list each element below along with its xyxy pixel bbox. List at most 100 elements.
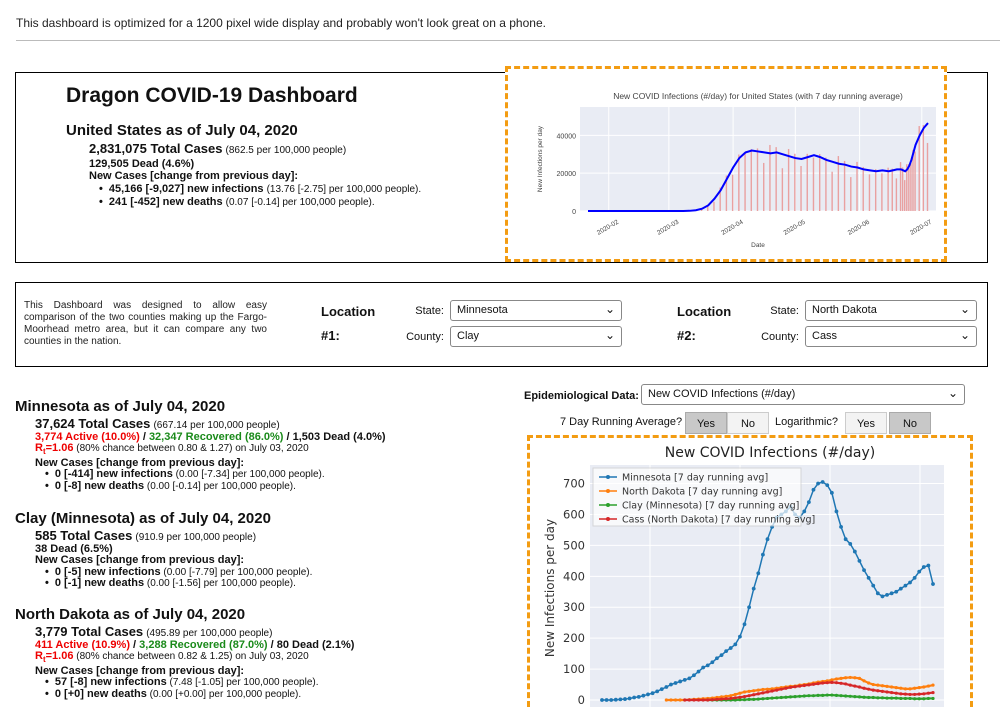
daily-bar bbox=[812, 157, 815, 211]
data-point bbox=[862, 679, 866, 683]
data-point bbox=[811, 682, 816, 686]
county-comparison-chart: New COVID Infections (#/day) 0 100 200 300 40… bbox=[527, 435, 973, 707]
data-point bbox=[830, 680, 834, 684]
county1-select[interactable]: Clay ⌄ bbox=[450, 326, 622, 347]
data-point bbox=[931, 683, 935, 687]
data-point bbox=[752, 693, 756, 697]
data-point bbox=[871, 583, 876, 588]
data-point bbox=[876, 696, 880, 700]
data-point bbox=[853, 684, 857, 688]
state2-select[interactable]: North Dakota ⌄ bbox=[805, 300, 977, 321]
log-yes-button[interactable]: Yes bbox=[845, 412, 887, 434]
data-point bbox=[742, 698, 747, 702]
state1-select[interactable]: Minnesota ⌄ bbox=[450, 300, 622, 321]
data-point bbox=[692, 698, 696, 702]
data-point bbox=[894, 589, 899, 594]
data-point bbox=[894, 691, 898, 695]
daily-bar bbox=[794, 153, 796, 211]
data-point bbox=[719, 653, 724, 658]
data-point bbox=[885, 696, 889, 700]
data-point bbox=[825, 693, 829, 697]
x-tick-label: 2020-06 bbox=[847, 219, 871, 237]
data-point bbox=[738, 691, 742, 695]
data-point bbox=[798, 694, 802, 698]
data-point bbox=[834, 509, 839, 514]
data-point bbox=[908, 687, 912, 691]
data-point bbox=[724, 649, 729, 654]
data-point bbox=[775, 696, 779, 700]
data-point bbox=[913, 697, 917, 701]
location1-heading: Location bbox=[321, 304, 376, 319]
log-no-button[interactable]: No bbox=[889, 412, 931, 434]
data-point bbox=[844, 676, 848, 680]
running-avg-yes-button[interactable]: Yes bbox=[685, 412, 727, 434]
data-point bbox=[921, 565, 926, 569]
region-clay: Clay (Minnesota) as of July 04, 2020 585… bbox=[15, 510, 312, 590]
data-point bbox=[775, 688, 779, 692]
data-point bbox=[834, 693, 839, 697]
data-point bbox=[788, 685, 793, 689]
data-point bbox=[729, 694, 733, 698]
daily-bar bbox=[843, 160, 846, 211]
data-point bbox=[903, 687, 908, 691]
data-point bbox=[687, 676, 692, 681]
data-point bbox=[761, 691, 765, 695]
daily-bar bbox=[769, 144, 771, 211]
y-tick-label: 0 bbox=[578, 693, 585, 707]
data-point bbox=[857, 676, 862, 680]
running-avg-label: 7 Day Running Average? bbox=[560, 416, 683, 428]
us-dead: 129,505 Dead (4.6%) bbox=[89, 157, 195, 170]
daily-bar bbox=[903, 180, 906, 211]
data-point bbox=[912, 575, 917, 580]
data-point bbox=[908, 696, 912, 701]
daily-bar bbox=[895, 178, 898, 211]
region-title: Minnesota as of July 04, 2020 bbox=[15, 398, 226, 415]
chevron-down-icon: ⌄ bbox=[959, 302, 970, 316]
mn-status: 3,774 Active (10.0%) / 32,347 Recovered … bbox=[35, 430, 386, 443]
data-point bbox=[880, 689, 885, 693]
data-point bbox=[922, 685, 926, 689]
data-point bbox=[659, 687, 664, 692]
data-point bbox=[765, 687, 770, 691]
daily-bar bbox=[881, 173, 883, 211]
x-tick-label: 2020-04 bbox=[720, 219, 744, 237]
daily-bar bbox=[800, 165, 802, 211]
region-minnesota: Minnesota as of July 04, 2020 37,624 Tot… bbox=[15, 398, 386, 492]
data-point bbox=[733, 692, 737, 697]
data-point bbox=[807, 683, 811, 687]
daily-bar bbox=[908, 164, 910, 211]
daily-bar bbox=[775, 147, 777, 211]
region-title: Clay (Minnesota) as of July 04, 2020 bbox=[15, 510, 271, 527]
data-point bbox=[779, 687, 783, 691]
data-point bbox=[682, 678, 687, 682]
data-point bbox=[811, 694, 816, 698]
county2-label: County: bbox=[761, 331, 799, 343]
data-point bbox=[885, 592, 889, 597]
data-point bbox=[857, 695, 862, 699]
data-point bbox=[816, 481, 820, 486]
data-point bbox=[890, 685, 894, 689]
county2-select[interactable]: Cass ⌄ bbox=[805, 326, 977, 347]
y-tick-label: 400 bbox=[563, 569, 585, 583]
data-point bbox=[917, 686, 921, 690]
data-point bbox=[829, 490, 834, 495]
data-point bbox=[848, 683, 852, 687]
data-point bbox=[894, 696, 898, 700]
nd-total-cases: 3,779 Total Cases bbox=[35, 624, 144, 639]
epi-data-select[interactable]: New COVID Infections (#/day) ⌄ bbox=[641, 384, 965, 405]
location-description: This Dashboard was designed to allow eas… bbox=[24, 300, 267, 347]
data-point bbox=[880, 684, 885, 688]
data-point bbox=[839, 524, 843, 529]
x-axis-label: Date bbox=[751, 242, 765, 249]
data-point bbox=[898, 586, 903, 591]
data-point bbox=[765, 690, 770, 694]
running-avg-no-button[interactable]: No bbox=[727, 412, 769, 434]
data-point bbox=[913, 686, 917, 690]
y-tick-label: 0 bbox=[572, 209, 576, 216]
daily-bar bbox=[806, 153, 808, 211]
data-point bbox=[922, 692, 926, 696]
data-point bbox=[917, 697, 921, 701]
data-point bbox=[807, 694, 811, 698]
data-point bbox=[696, 698, 701, 702]
us-stats: 2,831,075 Total Cases (862.5 per 100,000… bbox=[89, 142, 421, 210]
